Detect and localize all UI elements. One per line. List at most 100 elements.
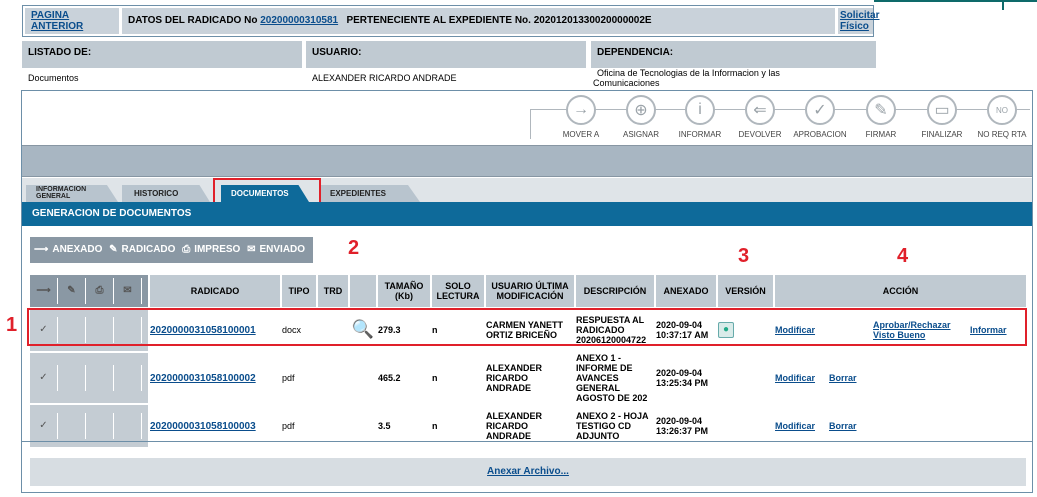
aprobacion-button[interactable]: ✓ APROBACION [790,95,850,139]
annotation-4: 4 [897,245,909,267]
radicado-link[interactable]: 20200000310581 [260,15,338,26]
expediente-info: PERTENECIENTE AL EXPEDIENTE No. 20201201… [346,15,652,26]
solicitar-fisico-link[interactable]: Solicitar Físico [840,10,879,32]
header-radicado: RADICADO [150,275,280,307]
tipo-cell: pdf [282,353,316,403]
informar-cell [970,353,1026,403]
toolbar-line-left [530,109,531,139]
header-tamano: TAMAÑO (Kb) [378,275,430,307]
anexado-cell: 2020-09-04 13:25:34 PM [656,353,716,403]
return-icon: ⇐ [745,95,775,125]
header-anexado: ANEXADO [656,275,716,307]
printer-icon: ⎙ [86,278,114,304]
tab-expedientes[interactable]: EXPEDIENTES [320,185,420,202]
assign-icon: ⊕ [626,95,656,125]
radicado-info: DATOS DEL RADICADO No 20200000310581 PER… [122,8,835,34]
printer-icon: ⎙ [182,244,191,255]
top-accent-tick [1002,0,1004,10]
annotation-box-row-1 [27,308,1027,346]
header-version: VERSIÓN [718,275,773,307]
firmar-button[interactable]: ✎ FIRMAR [851,95,911,139]
legend-anexado: ANEXADO [52,244,103,255]
no-req-rta-button[interactable]: NO NO REQ RTA [972,95,1032,139]
usuario-value: ALEXANDER RICARDO ANDRADE [312,73,457,83]
documents-table: ⟶ ✎ ⎙ ✉ RADICADO TIPO TRD TAMAÑO (Kb) SOLO … [28,273,1028,449]
info-icon: i [685,95,715,125]
listado-header: LISTADO DE: [22,41,302,68]
main-panel: → MOVER A ⊕ ASIGNAR i INFORMAR ⇐ DEVOLVER ✓ A… [21,90,1033,493]
aprobacion-label: APROBACION [793,130,847,139]
action-toolbar: → MOVER A ⊕ ASIGNAR i INFORMAR ⇐ DEVOLVER ✓ A… [22,91,1032,144]
modificar-cell: Modificar [775,353,827,403]
envelope-icon: ✉ [247,244,256,255]
arrow-right-icon: → [566,95,596,125]
status-legend: ⟶ ANEXADO ✎ RADICADO ⎙ IMPRESO ✉ ENVIADO [30,237,313,263]
legend-enviado: ENVIADO [259,244,306,255]
sign-icon: ✎ [866,95,896,125]
informar-action-button[interactable]: i INFORMAR [670,95,730,139]
header-preview [350,275,376,307]
size-cell: 465.2 [378,353,430,403]
modificar-link[interactable]: Modificar [775,373,815,383]
listado-value: Documentos [28,73,79,83]
dependencia-value: Oficina de Tecnologias de la Informacion… [593,68,780,88]
radicado-info-prefix: DATOS DEL RADICADO No [128,15,258,26]
envelope-icon: ✉ [114,278,142,304]
no-icon: NO [987,95,1017,125]
header-tipo: TIPO [282,275,316,307]
anexar-archivo-link[interactable]: Anexar Archivo... [487,466,569,477]
row-status-cell: ✓ [30,353,148,403]
borrar-cell: Borrar [829,353,871,403]
devolver-button[interactable]: ⇐ DEVOLVER [730,95,790,139]
prev-page-cell: PAGINA ANTERIOR [25,8,119,34]
panel-divider [22,441,1032,442]
asignar-label: ASIGNAR [622,130,659,139]
radicado-icon: ✎ [58,278,86,304]
dependencia-header: DEPENDENCIA: [591,41,876,68]
legend-impreso: IMPRESO [194,244,241,255]
prev-page-link[interactable]: PAGINA ANTERIOR [31,10,83,32]
preview-cell [350,353,376,403]
top-accent-line [874,0,1037,2]
header-accion: ACCIÓN [775,275,1026,307]
asignar-button[interactable]: ⊕ ASIGNAR [611,95,671,139]
annotation-1: 1 [6,314,18,336]
mover-a-button[interactable]: → MOVER A [551,95,611,139]
legend-radicado: RADICADO [121,244,176,255]
check-icon: ✓ [805,95,835,125]
aprobar-cell [873,353,968,403]
trd-cell [318,353,348,403]
finalizar-button[interactable]: ▭ FINALIZAR [912,95,972,139]
informar-action-label: INFORMAR [678,130,722,139]
solo-lectura-cell: n [432,353,484,403]
no-req-rta-label: NO REQ RTA [977,130,1027,139]
anexado-icon: ⟶ [30,278,58,304]
radicado-cell: 2020000031058100002 [150,353,280,403]
anexado-check-icon: ✓ [30,365,58,391]
table-row: ✓ 2020000031058100002 pdf 465.2 n ALEXAN… [30,353,1026,403]
usuario-header: USUARIO: [306,41,586,68]
finish-icon: ▭ [927,95,957,125]
anexado-check-icon: ✓ [30,413,58,439]
modificar-link[interactable]: Modificar [775,421,815,431]
radicado-link[interactable]: 2020000031058100002 [150,373,256,384]
header-descripcion: DESCRIPCIÓN [576,275,654,307]
tabs-bar: INFORMACION GENERAL HISTORICO DOCUMENTOS… [22,178,1032,207]
radicado-link[interactable]: 2020000031058100003 [150,421,256,432]
gray-band [22,145,1032,177]
devolver-label: DEVOLVER [738,130,782,139]
radicado-icon: ✎ [109,244,118,255]
tab-informacion-general[interactable]: INFORMACION GENERAL [26,185,118,202]
section-title: GENERACION DE DOCUMENTOS [22,202,1032,226]
annotation-3: 3 [738,245,750,267]
header-usuario: USUARIO ÚLTIMA MODIFICACIÓN [486,275,574,307]
tab-historico[interactable]: HISTORICO [122,185,210,202]
mover-a-label: MOVER A [562,130,600,139]
anexar-bar: Anexar Archivo... [30,458,1026,486]
header-trd: TRD [318,275,348,307]
finalizar-label: FINALIZAR [921,130,963,139]
borrar-link[interactable]: Borrar [829,421,857,431]
borrar-link[interactable]: Borrar [829,373,857,383]
header-solo-lectura: SOLO LECTURA [432,275,484,307]
descripcion-cell: ANEXO 1 - INFORME DE AVANCES GENERAL AGO… [576,353,654,403]
